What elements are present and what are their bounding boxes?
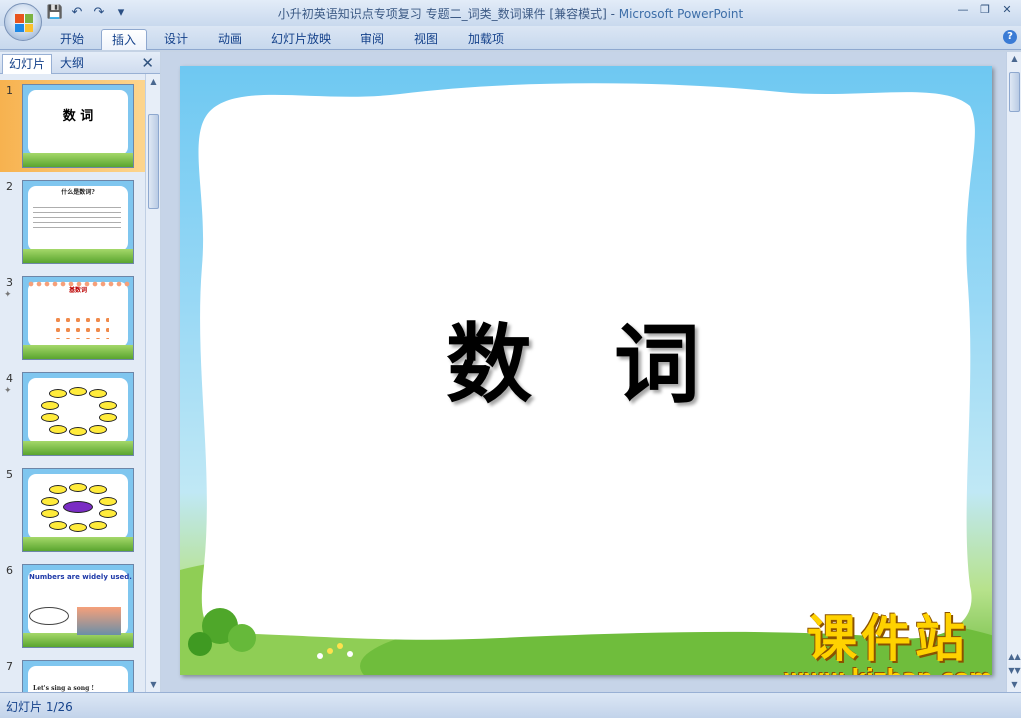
slide-editor: 数 词 课件站 www.kjzhan.com xyxy=(161,52,1006,692)
office-logo-icon xyxy=(15,14,33,32)
thumbnails-scrollbar[interactable]: ▲ ▼ xyxy=(145,74,160,692)
dropdown-icon[interactable]: ▾ xyxy=(112,4,130,22)
thumbnail-slide-4[interactable]: 4 ✦ xyxy=(0,368,145,460)
slide-preview xyxy=(22,372,134,456)
slide-number: 5 xyxy=(6,468,13,481)
thumbnail-slide-3[interactable]: 3 ✦ 基数词 xyxy=(0,272,145,364)
slide-preview: Let's sing a song ! xyxy=(22,660,134,692)
tab-insert[interactable]: 插入 xyxy=(101,29,147,50)
close-pane-icon[interactable]: ✕ xyxy=(141,54,154,72)
redo-icon[interactable]: ↷ xyxy=(90,4,108,22)
tab-outline[interactable]: 大纲 xyxy=(54,54,90,74)
slide-number: 6 xyxy=(6,564,13,577)
editor-scrollbar[interactable]: ▲ ▲▲ ▼▼ ▼ xyxy=(1006,52,1021,692)
slide-preview: 什么是数词? xyxy=(22,180,134,264)
watermark-url: www.kjzhan.com xyxy=(773,667,992,676)
slides-pane: 幻灯片 大纲 ✕ 1 数 词 2 什么是数词? 3 ✦ 基数词 4 ✦ 5 6 … xyxy=(0,52,160,692)
pane-tabs: 幻灯片 大纲 ✕ xyxy=(0,52,160,74)
help-icon[interactable]: ? xyxy=(1003,30,1017,44)
thumbnail-slide-7[interactable]: 7 Let's sing a song ! xyxy=(0,656,145,692)
restore-icon[interactable]: ❐ xyxy=(975,2,995,18)
previous-slide-icon[interactable]: ▲▲ xyxy=(1007,650,1021,664)
quick-access-toolbar: 💾 ↶ ↷ ▾ xyxy=(46,3,130,23)
watermark: 课件站 www.kjzhan.com xyxy=(773,611,992,675)
thumbnail-slide-6[interactable]: 6 Numbers are widely used. xyxy=(0,560,145,652)
slide-title[interactable]: 数 词 xyxy=(180,294,992,419)
document-title: 小升初英语知识点专项复习 专题二_词类_数词课件 [兼容模式] - xyxy=(277,7,619,21)
app-name: Microsoft PowerPoint xyxy=(618,7,744,21)
tab-home[interactable]: 开始 xyxy=(52,29,92,50)
slide-number: 7 xyxy=(6,660,13,673)
tab-design[interactable]: 设计 xyxy=(156,29,196,50)
thumb-title: 什么是数词? xyxy=(61,189,95,196)
tab-slides[interactable]: 幻灯片 xyxy=(2,54,53,74)
scroll-up-icon[interactable]: ▲ xyxy=(146,74,161,89)
thumbnail-slide-5[interactable]: 5 xyxy=(0,464,145,556)
slide-number: 2 xyxy=(6,180,13,193)
tab-animation[interactable]: 动画 xyxy=(210,29,250,50)
slide-number: 4 xyxy=(6,372,13,385)
scroll-up-icon[interactable]: ▲ xyxy=(1007,52,1021,66)
tab-review[interactable]: 审阅 xyxy=(352,29,392,50)
thumbnail-slide-1[interactable]: 1 数 词 xyxy=(0,80,145,172)
office-button[interactable] xyxy=(4,3,42,41)
slide-thumbnails: 1 数 词 2 什么是数词? 3 ✦ 基数词 4 ✦ 5 6 Numbers a… xyxy=(0,74,145,692)
window-controls: — ❐ ✕ xyxy=(953,2,1017,18)
close-icon[interactable]: ✕ xyxy=(997,2,1017,18)
tab-slideshow[interactable]: 幻灯片放映 xyxy=(264,29,338,50)
tab-addins[interactable]: 加载项 xyxy=(460,29,512,50)
slide-number: 1 xyxy=(6,84,13,97)
thumb-title: Numbers are widely used. xyxy=(29,573,132,581)
tab-view[interactable]: 视图 xyxy=(406,29,446,50)
slide-preview: 数 词 xyxy=(22,84,134,168)
slide-preview: Numbers are widely used. xyxy=(22,564,134,648)
slide-preview: 基数词 xyxy=(22,276,134,360)
status-bar: 幻灯片 1/26 xyxy=(0,692,1021,718)
slide-preview xyxy=(22,468,134,552)
minimize-icon[interactable]: — xyxy=(953,2,973,18)
save-icon[interactable]: 💾 xyxy=(46,4,64,22)
title-bar: 小升初英语知识点专项复习 专题二_词类_数词课件 [兼容模式] - Micros… xyxy=(0,0,1021,26)
thumb-title: 数 词 xyxy=(62,109,94,124)
scroll-down-icon[interactable]: ▼ xyxy=(146,677,161,692)
next-slide-icon[interactable]: ▼▼ xyxy=(1007,664,1021,678)
current-slide[interactable]: 数 词 课件站 www.kjzhan.com xyxy=(180,66,992,675)
slide-number: 3 xyxy=(6,276,13,289)
window-title: 小升初英语知识点专项复习 专题二_词类_数词课件 [兼容模式] - Micros… xyxy=(0,5,1021,22)
ribbon-tabs: 开始 插入 设计 动画 幻灯片放映 审阅 视图 加载项 ? xyxy=(0,26,1021,50)
scroll-down-icon[interactable]: ▼ xyxy=(1007,678,1021,692)
watermark-brand: 课件站 xyxy=(807,610,969,668)
animation-star-icon: ✦ xyxy=(4,290,12,300)
scroll-thumb[interactable] xyxy=(1009,72,1020,112)
thumb-title: Let's sing a song ! xyxy=(33,685,95,692)
scroll-thumb[interactable] xyxy=(148,114,159,209)
undo-icon[interactable]: ↶ xyxy=(68,4,86,22)
thumbnail-slide-2[interactable]: 2 什么是数词? xyxy=(0,176,145,268)
slide-counter: 幻灯片 1/26 xyxy=(6,700,73,714)
animation-star-icon: ✦ xyxy=(4,386,12,396)
